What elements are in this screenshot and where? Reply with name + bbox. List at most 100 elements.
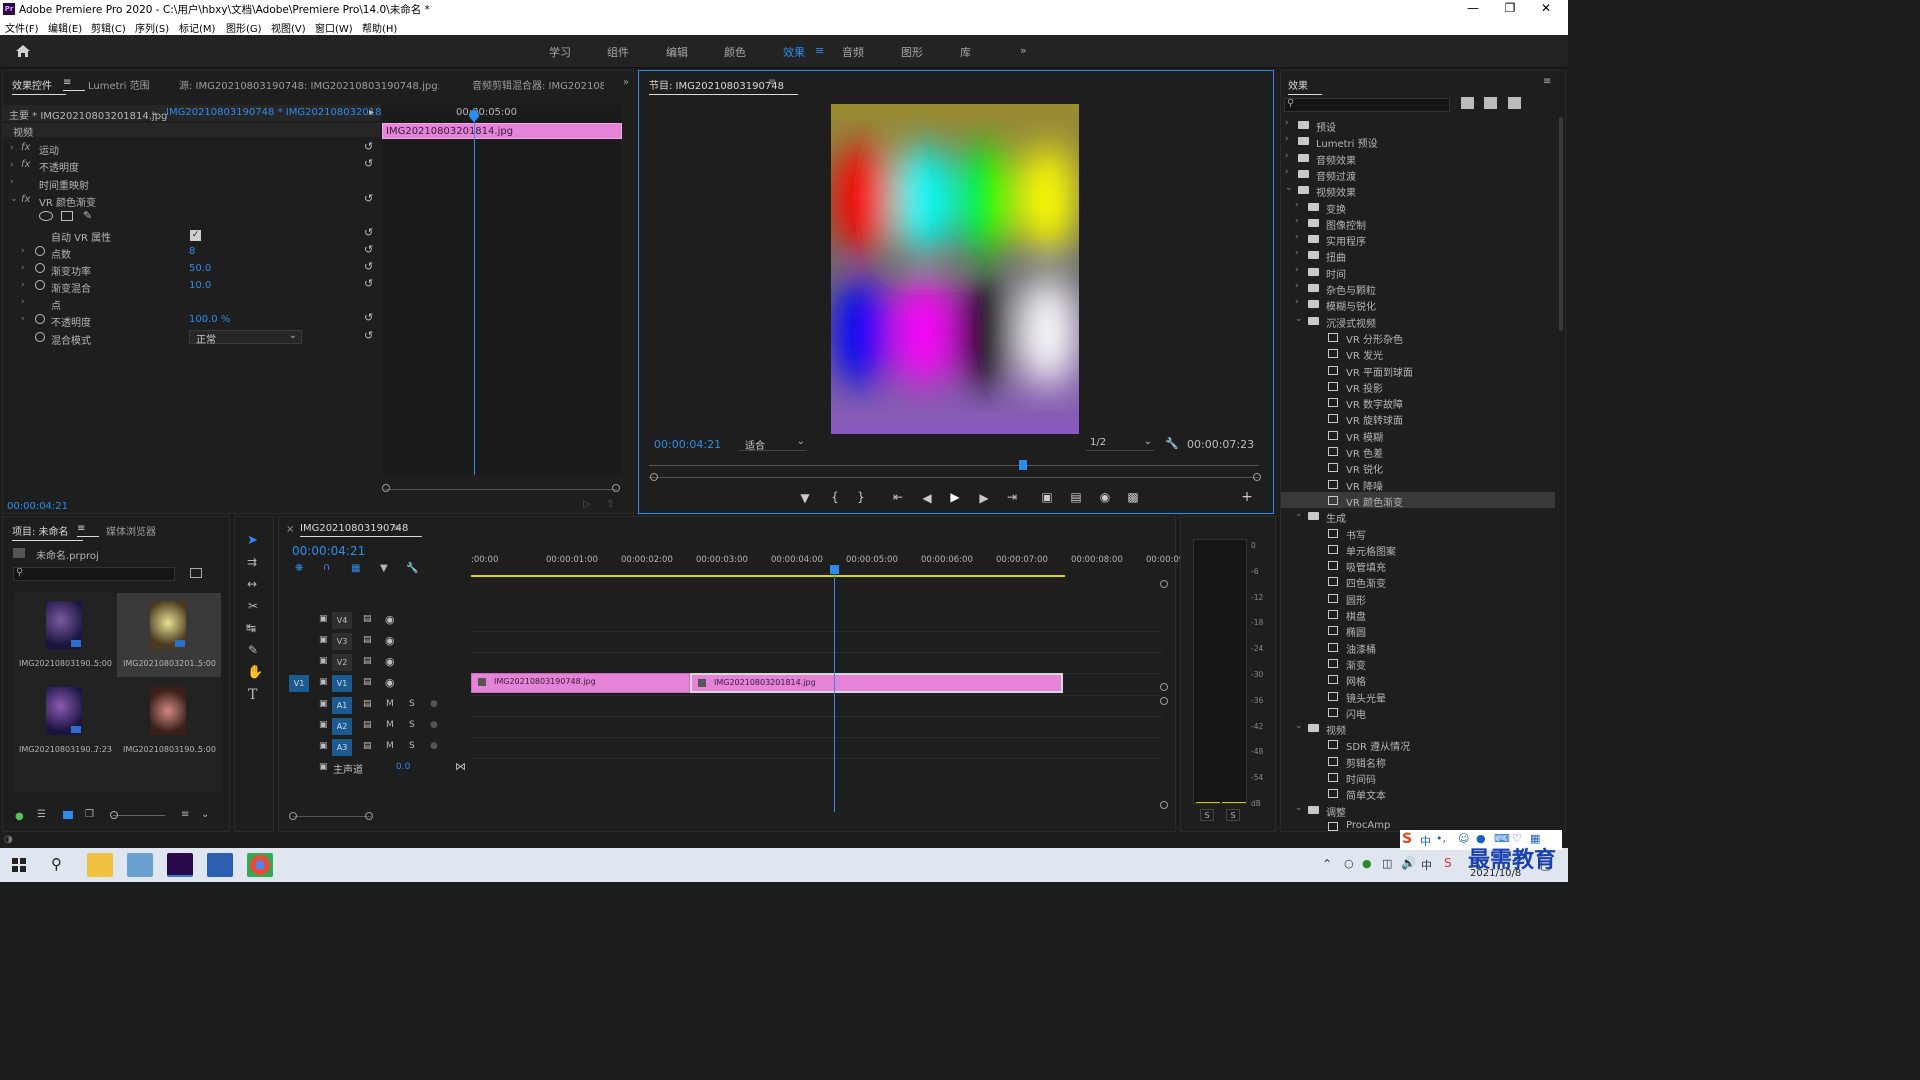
play-icon[interactable]: ▶ xyxy=(947,490,963,504)
fx-badge-icon[interactable]: fx xyxy=(21,159,30,170)
track-select-tool-icon[interactable]: ⇉ xyxy=(247,555,257,569)
chevron-right-icon[interactable]: › xyxy=(21,263,25,273)
effects-item[interactable]: SDR 遵从情况 xyxy=(1281,736,1555,753)
program-current-time[interactable]: 00:00:04:21 xyxy=(654,438,721,451)
effects-item[interactable]: 四色渐变 xyxy=(1281,573,1555,590)
reset-icon[interactable]: ↺ xyxy=(364,260,373,273)
effect-controls-timeline[interactable]: 00:00:05:00 IMG20210803201814.jpg xyxy=(382,105,622,475)
chevron-down-icon[interactable]: ⌄ xyxy=(1295,803,1303,813)
reset-icon[interactable]: ↺ xyxy=(364,277,373,290)
export-icon[interactable]: ⇧ xyxy=(606,499,614,510)
master-volume-value[interactable]: 0.0 xyxy=(396,762,410,772)
workspace-tab-editing[interactable]: 编辑 xyxy=(666,44,688,60)
track-target-v3[interactable]: V3 xyxy=(332,633,352,650)
effects-folder[interactable]: › 音频过渡 xyxy=(1281,166,1555,183)
effects-item[interactable]: VR 色差 xyxy=(1281,443,1555,460)
project-search-input[interactable]: ⚲ xyxy=(13,567,175,581)
chevron-down-icon[interactable]: ⌄ xyxy=(1295,314,1303,324)
track-target-a2[interactable]: A2 xyxy=(332,718,352,735)
eye-icon[interactable]: ◉ xyxy=(385,676,395,689)
add-button-icon[interactable]: + xyxy=(1239,489,1255,505)
sync-lock-icon[interactable]: ▤ xyxy=(363,720,372,730)
effects-item[interactable]: VR 颜色渐变 xyxy=(1281,491,1555,509)
sync-lock-icon[interactable]: ▤ xyxy=(363,656,372,666)
tab-project[interactable]: 项目: 未命名 xyxy=(12,523,83,541)
resolution-select[interactable]: 1/2 ⌄ xyxy=(1086,436,1154,451)
hand-tool-icon[interactable]: ✋ xyxy=(247,665,263,680)
maximize-button[interactable]: ❐ xyxy=(1490,1,1530,15)
effects-item[interactable]: VR 平面到球面 xyxy=(1281,362,1555,379)
chevron-right-icon[interactable]: › xyxy=(1295,232,1299,242)
sync-lock-icon[interactable]: ▤ xyxy=(363,699,372,709)
eye-icon[interactable]: ◉ xyxy=(385,613,395,626)
zoom-handle-left[interactable] xyxy=(650,473,658,481)
solo-button[interactable]: S xyxy=(409,699,415,709)
chevron-right-icon[interactable]: › xyxy=(10,177,14,187)
reset-icon[interactable]: ↺ xyxy=(364,311,373,324)
work-area-bar[interactable] xyxy=(471,575,1065,577)
a-scroll-handle[interactable] xyxy=(1160,697,1168,705)
timeline-playhead-handle[interactable] xyxy=(830,565,839,574)
nest-toggle-icon[interactable]: ❋ xyxy=(295,563,303,574)
workspace-tab-learn[interactable]: 学习 xyxy=(549,44,571,60)
chevron-right-icon[interactable]: › xyxy=(1295,281,1299,291)
pen-tool-icon[interactable]: ✎ xyxy=(248,643,258,657)
effects-item[interactable]: 网格 xyxy=(1281,671,1555,688)
gradient-blend-value[interactable]: 10.0 xyxy=(189,280,211,291)
list-view-icon[interactable]: ☰ xyxy=(37,809,46,820)
chrome-taskbar-icon[interactable] xyxy=(247,853,273,877)
blend-mode-select[interactable]: 正常 ⌄ xyxy=(189,330,302,346)
effects-folder[interactable]: › 变换 xyxy=(1281,199,1555,216)
network-icon[interactable]: ◫ xyxy=(1382,857,1392,870)
play-only-clip-icon[interactable]: ▸ xyxy=(369,107,374,118)
chevron-down-icon[interactable]: ⌄ xyxy=(1285,183,1293,193)
program-playhead[interactable] xyxy=(1018,460,1027,470)
lock-track-icon[interactable]: ▣ xyxy=(319,635,328,645)
effects-folder[interactable]: › 图像控制 xyxy=(1281,215,1555,232)
zoom-handle-right[interactable] xyxy=(365,812,373,820)
chevron-right-icon[interactable]: › xyxy=(21,297,25,307)
workspace-tab-color[interactable]: 颜色 xyxy=(724,44,746,60)
freeform-view-icon[interactable]: ❐ xyxy=(85,809,94,820)
menu-file[interactable]: 文件(F) xyxy=(5,20,39,35)
wrench-icon[interactable]: 🔧 xyxy=(1165,437,1179,450)
menu-help[interactable]: 帮助(H) xyxy=(362,20,397,35)
timeline-settings-icon[interactable]: 🔧 xyxy=(406,563,418,574)
effects-item[interactable]: VR 锐化 xyxy=(1281,459,1555,476)
selection-tool-icon[interactable]: ➤ xyxy=(247,533,258,548)
zoom-handle-right[interactable] xyxy=(1253,473,1261,481)
opacity-value[interactable]: 100.0 % xyxy=(189,314,230,325)
project-item-selected[interactable]: IMG20210803201... 5:00 xyxy=(117,593,221,677)
chevron-right-icon[interactable]: › xyxy=(21,314,25,324)
reset-icon[interactable]: ↺ xyxy=(364,157,373,170)
pen-mask-icon[interactable]: ✎ xyxy=(83,209,92,222)
menu-edit[interactable]: 编辑(E) xyxy=(48,20,82,35)
timeline-clip[interactable]: IMG20210803190748.jpg xyxy=(471,673,690,693)
tray-icon[interactable]: ● xyxy=(1362,857,1372,870)
chevron-right-icon[interactable]: › xyxy=(1295,248,1299,258)
workspace-tab-effects[interactable]: 效果 xyxy=(783,44,805,60)
effects-item[interactable]: 单元格图案 xyxy=(1281,541,1555,558)
chevron-right-icon[interactable]: › xyxy=(1295,297,1299,307)
effects-item[interactable]: VR 旋转球面 xyxy=(1281,410,1555,427)
add-marker-icon[interactable]: ▼ xyxy=(380,563,388,574)
solo-right-button[interactable]: S xyxy=(1226,809,1240,821)
effects-item[interactable]: VR 投影 xyxy=(1281,378,1555,395)
workspace-menu-icon[interactable]: ≡ xyxy=(815,44,824,57)
time-ruler[interactable]: :00:00 00:00:01:00 00:00:02:00 00:00:03:00 0… xyxy=(471,553,1187,577)
reset-icon[interactable]: ↺ xyxy=(364,329,373,342)
fx-badge-icon[interactable]: fx xyxy=(21,194,30,205)
effects-folder[interactable]: ⌄ 调整 xyxy=(1281,802,1555,819)
effects-item[interactable]: VR 降噪 xyxy=(1281,476,1555,493)
tab-audio-clip-mixer[interactable]: 音频剪辑混合器: IMG202108 xyxy=(472,77,604,92)
linked-selection-icon[interactable]: ▦ xyxy=(351,563,360,574)
close-button[interactable]: ✕ xyxy=(1526,1,1566,15)
effects-folder[interactable]: › 音频效果 xyxy=(1281,150,1555,167)
effects-item[interactable]: 闪电 xyxy=(1281,704,1555,721)
lock-track-icon[interactable]: ▣ xyxy=(319,677,328,687)
source-patch-v1[interactable]: V1 xyxy=(289,675,309,692)
close-tab-icon[interactable]: × xyxy=(286,524,294,535)
chevron-down-icon[interactable]: ⌄ xyxy=(1295,509,1303,519)
project-item[interactable]: IMG20210803190... 5:00 xyxy=(117,679,221,763)
tray-chevron-up-icon[interactable]: ⌃ xyxy=(1322,857,1332,871)
